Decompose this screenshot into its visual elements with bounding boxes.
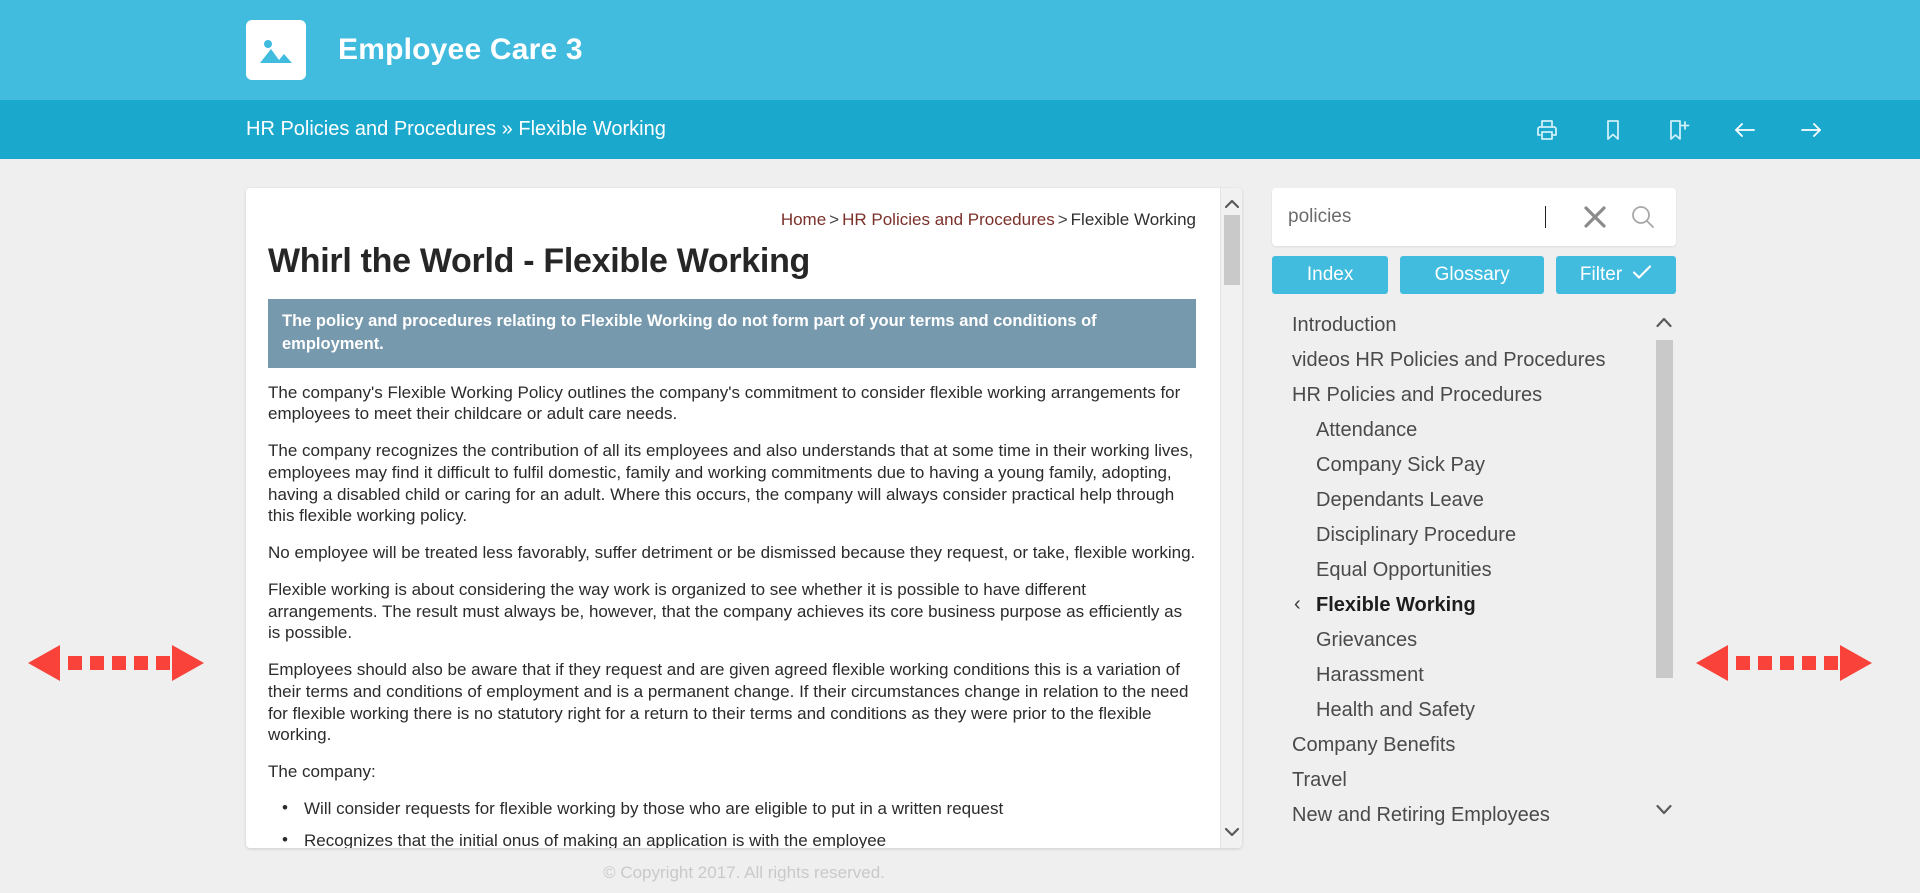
tree-item-label: Harassment: [1316, 664, 1424, 686]
search-icon[interactable]: [1628, 202, 1658, 232]
scroll-down-icon[interactable]: [1221, 820, 1242, 844]
scroll-up-icon[interactable]: [1221, 192, 1242, 216]
text-caret: [1545, 206, 1546, 228]
document-paragraph: The company's Flexible Working Policy ou…: [268, 382, 1181, 424]
navigation-tree-list: Introduction videos HR Policies and Proce…: [1272, 306, 1652, 833]
tree-item-videos-hr-policies-and-procedures[interactable]: videos HR Policies and Procedures: [1272, 343, 1652, 378]
policy-callout: The policy and procedures relating to Fl…: [268, 299, 1196, 368]
tree-item-travel[interactable]: Travel: [1272, 763, 1652, 798]
search-input[interactable]: [1288, 206, 1545, 228]
tree-item-hr-policies-and-procedures[interactable]: HR Policies and Procedures: [1272, 378, 1652, 413]
chevron-left-icon: ‹: [1294, 593, 1301, 615]
annotation-arrow-right: [1694, 643, 1874, 683]
breadcrumb-separator: >: [829, 210, 840, 229]
tree-scroll-up-icon[interactable]: [1653, 310, 1675, 334]
tree-item-new-and-retiring-employees[interactable]: New and Retiring Employees: [1272, 798, 1652, 833]
tree-item-dependants-leave[interactable]: Dependants Leave: [1272, 483, 1652, 518]
list-item: Recognizes that the initial onus of maki…: [268, 829, 1196, 848]
breadcrumb: HR Policies and Procedures » Flexible Wo…: [246, 118, 666, 140]
navigation-panel: Index Glossary Filter Introduction videos…: [1272, 188, 1676, 878]
image-placeholder-icon: [246, 20, 306, 80]
tree-item-label: Travel: [1292, 769, 1347, 791]
tree-item-introduction[interactable]: Introduction: [1272, 308, 1652, 343]
tree-scrollbar-thumb[interactable]: [1656, 340, 1673, 678]
bookmark-icon[interactable]: [1600, 117, 1626, 143]
tree-item-health-and-safety[interactable]: Health and Safety: [1272, 693, 1652, 728]
document-content: Home > HR Policies and Procedures > Flexible…: [246, 188, 1220, 848]
tree-item-label: New and Retiring Employees: [1292, 804, 1550, 826]
document-paragraph: Flexible working is about considering th…: [268, 579, 1183, 643]
toolbar: [1534, 117, 1884, 143]
document-paragraph: No employee will be treated less favorab…: [268, 543, 1196, 563]
document-scrollbar[interactable]: [1220, 188, 1242, 848]
workspace: Home > HR Policies and Procedures > Flexible…: [0, 159, 1920, 893]
breadcrumb-current: Flexible Working: [1070, 210, 1196, 229]
document-paragraph: The company:: [268, 762, 376, 782]
app-header: Employee Care 3: [0, 0, 1920, 100]
tree-item-label: Health and Safety: [1316, 699, 1475, 721]
tree-item-label: videos HR Policies and Procedures: [1292, 349, 1606, 371]
tree-item-company-benefits[interactable]: Company Benefits: [1272, 728, 1652, 763]
tree-item-harassment[interactable]: Harassment: [1272, 658, 1652, 693]
tree-item-grievances[interactable]: Grievances: [1272, 623, 1652, 658]
annotation-arrow-left: [26, 643, 206, 683]
tree-item-label: Equal Opportunities: [1316, 559, 1492, 581]
bookmark-add-icon[interactable]: [1666, 117, 1692, 143]
list-item: Will consider requests for flexible work…: [268, 797, 1196, 820]
document-paragraph: Employees should also be aware that if t…: [268, 660, 1189, 745]
check-icon: [1632, 264, 1652, 286]
close-icon[interactable]: [1580, 202, 1610, 232]
document-breadcrumb: Home > HR Policies and Procedures > Flexible…: [268, 210, 1196, 230]
filter-button[interactable]: Filter: [1556, 256, 1676, 294]
tree-item-label: HR Policies and Procedures: [1292, 384, 1543, 406]
tree-item-attendance[interactable]: Attendance: [1272, 413, 1652, 448]
nav-button-group: Index Glossary Filter: [1272, 256, 1676, 294]
filter-button-label: Filter: [1579, 264, 1623, 285]
tree-item-label: Flexible Working: [1316, 594, 1476, 616]
tree-item-label: Introduction: [1292, 314, 1397, 336]
tree-item-flexible-working[interactable]: ‹ Flexible Working: [1272, 588, 1652, 623]
document-title: Whirl the World - Flexible Working: [268, 242, 811, 280]
breadcrumb-separator-2: >: [1057, 210, 1068, 229]
tree-item-label: Company Sick Pay: [1316, 454, 1485, 476]
breadcrumb-bar: HR Policies and Procedures » Flexible Wo…: [0, 100, 1920, 225]
glossary-button[interactable]: Glossary: [1400, 256, 1545, 294]
index-button[interactable]: Index: [1272, 256, 1389, 294]
print-icon[interactable]: [1534, 117, 1560, 143]
document-paragraph: The company recognizes the contribution …: [268, 441, 1194, 526]
tree-item-company-sick-pay[interactable]: Company Sick Pay: [1272, 448, 1652, 483]
footer-copyright: © Copyright 2017. All rights reserved.: [603, 863, 885, 882]
search-box: [1272, 188, 1676, 246]
breadcrumb-link-home[interactable]: Home: [781, 210, 826, 229]
document-bullet-list: Will consider requests for flexible work…: [268, 797, 1196, 848]
breadcrumb-link-section[interactable]: HR Policies and Procedures: [842, 210, 1055, 229]
page-title: Employee Care 3: [338, 33, 583, 66]
tree-scroll-down-icon[interactable]: [1653, 797, 1675, 821]
navigation-tree: Introduction videos HR Policies and Proce…: [1272, 306, 1676, 843]
arrow-left-icon[interactable]: [1732, 117, 1758, 143]
arrow-right-icon[interactable]: [1798, 117, 1824, 143]
tree-item-disciplinary-procedure[interactable]: Disciplinary Procedure: [1272, 518, 1652, 553]
tree-item-label: Company Benefits: [1292, 734, 1456, 756]
tree-item-label: Attendance: [1316, 419, 1418, 441]
tree-item-equal-opportunities[interactable]: Equal Opportunities: [1272, 553, 1652, 588]
document-scrollbar-thumb[interactable]: [1224, 215, 1240, 285]
tree-item-label: Grievances: [1316, 629, 1418, 651]
tree-scrollbar[interactable]: [1652, 306, 1676, 843]
tree-item-label: Dependants Leave: [1316, 489, 1484, 511]
tree-item-label: Disciplinary Procedure: [1316, 524, 1517, 546]
document-panel: Home > HR Policies and Procedures > Flexible…: [246, 188, 1242, 848]
